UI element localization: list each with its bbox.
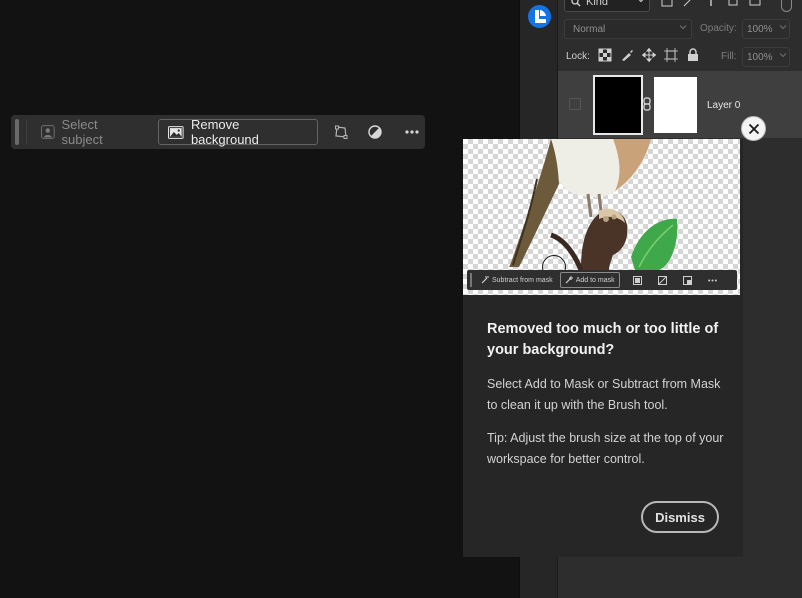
remove-background-button[interactable]: Remove background	[158, 117, 318, 147]
contrast-icon	[368, 125, 382, 139]
select-subject-label: Select subject	[61, 117, 103, 147]
adjustment-filter-icon[interactable]	[683, 0, 695, 7]
mask-hide-icon	[656, 273, 670, 287]
search-icon	[571, 0, 581, 7]
coachmark-popover: Subtract from mask Add to mask Removed t…	[463, 139, 743, 557]
opacity-value: 100%	[747, 23, 773, 35]
mask-invert-icon	[631, 273, 645, 287]
divider	[25, 119, 27, 145]
chain-link-icon[interactable]	[642, 97, 652, 111]
type-filter-icon[interactable]	[705, 0, 717, 6]
lock-position-icon[interactable]	[641, 47, 657, 63]
chevron-down-icon	[779, 53, 787, 58]
drag-handle	[470, 273, 472, 287]
fill-label: Fill:	[721, 51, 737, 62]
add-to-mask-button: Add to mask	[559, 272, 620, 288]
fill-value: 100%	[747, 51, 773, 63]
coachmark-tip: Tip: Adjust the brush size at the top of…	[487, 431, 724, 466]
discover-icon[interactable]	[527, 4, 552, 29]
pixel-filter-icon[interactable]	[661, 0, 673, 7]
transform-button[interactable]	[328, 119, 353, 145]
subtract-from-mask-label: Subtract from mask	[492, 276, 553, 284]
filter-toggle[interactable]	[781, 0, 792, 12]
transform-icon	[334, 125, 348, 139]
lock-options	[598, 47, 700, 63]
person-icon	[40, 125, 55, 139]
lock-image-pixels-icon[interactable]	[620, 48, 634, 62]
lock-label: Lock:	[566, 51, 590, 62]
filter-kind-label: Kind	[586, 0, 609, 8]
layer-mask-thumbnail[interactable]	[654, 77, 697, 133]
coachmark-body: Select Add to Mask or Subtract from Mask…	[487, 377, 721, 412]
more-icon	[405, 130, 419, 134]
lock-artboard-icon[interactable]	[664, 48, 678, 62]
brush-plus-icon	[565, 276, 573, 284]
layer-name[interactable]: Layer 0	[707, 100, 740, 111]
drag-handle[interactable]	[15, 119, 19, 145]
subtract-from-mask-button: Subtract from mask	[477, 272, 557, 288]
brush-minus-icon	[481, 276, 489, 284]
select-subject-button[interactable]: Select subject	[33, 117, 148, 147]
blend-mode-value: Normal	[573, 23, 606, 35]
opacity-label: Opacity:	[700, 23, 737, 34]
lock-transparent-pixels-icon[interactable]	[598, 48, 612, 62]
close-icon	[748, 123, 759, 134]
opacity-field[interactable]: 100%	[742, 19, 790, 39]
mask-view-icon	[681, 273, 695, 287]
chevron-down-icon	[679, 25, 687, 30]
layer-visibility-toggle[interactable]	[569, 98, 581, 110]
smart-object-filter-icon[interactable]	[749, 0, 761, 6]
chevron-down-icon	[779, 25, 787, 30]
lock-all-icon[interactable]	[686, 48, 700, 62]
adjustment-button[interactable]	[362, 119, 387, 145]
layer-filter-kind-select[interactable]: Kind	[564, 0, 650, 12]
mask-mini-toolbar: Subtract from mask Add to mask	[467, 270, 737, 290]
more-options-button[interactable]	[400, 119, 425, 145]
remove-background-label: Remove background	[190, 117, 259, 147]
layer-thumbnail[interactable]	[593, 75, 643, 135]
more-icon	[706, 273, 720, 287]
dismiss-button[interactable]: Dismiss	[641, 501, 719, 533]
tutorial-image: Subtract from mask Add to mask	[463, 139, 740, 295]
chevron-down-icon	[638, 0, 644, 3]
fill-field[interactable]: 100%	[742, 47, 790, 67]
image-icon	[168, 125, 184, 139]
close-coachmark-button[interactable]	[741, 116, 766, 141]
add-to-mask-label: Add to mask	[575, 276, 615, 284]
document-canvas[interactable]	[0, 0, 519, 598]
contextual-task-bar: Select subject Remove background	[11, 115, 425, 149]
coachmark-title: Removed too much or too little of your b…	[487, 321, 719, 358]
layer-filter-icons	[661, 0, 761, 7]
shape-filter-icon[interactable]	[727, 0, 739, 6]
blend-mode-select[interactable]: Normal	[564, 19, 692, 39]
